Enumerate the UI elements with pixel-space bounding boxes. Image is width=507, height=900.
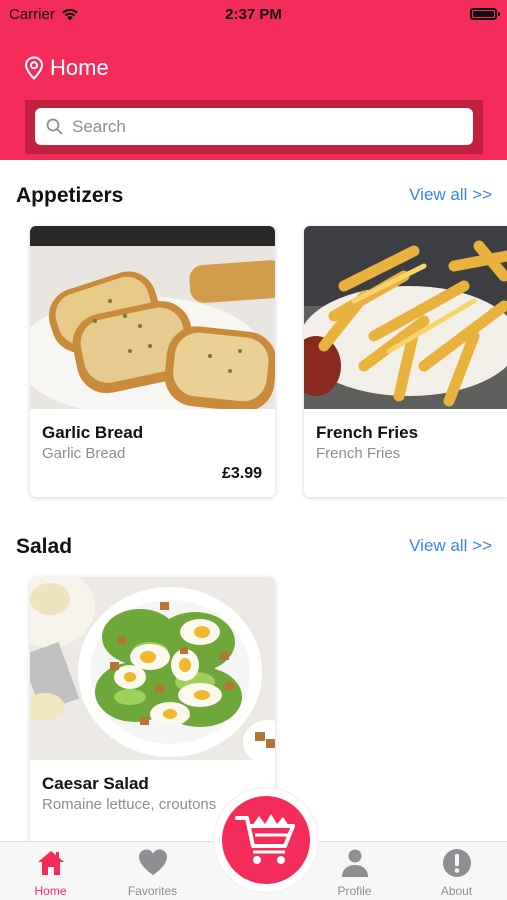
tab-home[interactable]: Home — [0, 842, 101, 900]
product-name: French Fries — [316, 423, 419, 442]
tab-label: Home — [34, 884, 67, 898]
view-all-appetizers-link[interactable]: View all >> — [409, 185, 492, 205]
cart-button[interactable] — [214, 788, 318, 892]
location-selector[interactable]: Home — [24, 55, 109, 81]
section-title-appetizers: Appetizers — [16, 184, 124, 207]
status-bar: Carrier 2:37 PM — [0, 0, 507, 28]
product-name: Garlic Bread — [42, 423, 144, 442]
caesar-salad-image — [30, 577, 275, 760]
tab-about[interactable]: About — [406, 842, 507, 900]
product-description: Garlic Bread — [42, 445, 126, 462]
product-description: Romaine lettuce, croutons — [42, 796, 217, 813]
product-price: £3.99 — [221, 465, 262, 482]
tab-label: Profile — [337, 884, 372, 898]
tab-profile[interactable]: Profile — [304, 842, 405, 900]
info-icon — [442, 849, 471, 877]
view-all-salad-link[interactable]: View all >> — [409, 536, 492, 556]
product-description: French Fries — [316, 445, 401, 462]
garlic-bread-image — [30, 226, 275, 409]
search-box[interactable] — [35, 108, 473, 145]
battery-icon — [470, 8, 500, 20]
home-icon — [37, 851, 64, 875]
search-bar-container — [25, 100, 483, 154]
location-title: Home — [50, 55, 109, 80]
location-pin-icon — [24, 56, 44, 80]
tab-favorites[interactable]: Favorites — [102, 842, 203, 900]
section-title-salad: Salad — [16, 535, 73, 558]
tab-label: Favorites — [127, 884, 178, 898]
status-time: 2:37 PM — [225, 6, 282, 23]
tab-label: About — [440, 884, 473, 898]
search-input[interactable] — [72, 116, 442, 137]
cart-icon — [235, 814, 295, 864]
french-fries-image — [304, 226, 507, 409]
product-name: Caesar Salad — [42, 774, 149, 793]
app-header: Carrier 2:37 PM Home — [0, 0, 507, 160]
search-icon — [46, 118, 63, 135]
product-card-french-fries[interactable]: French Fries French Fries — [304, 226, 507, 497]
product-card-garlic-bread[interactable]: Garlic Bread Garlic Bread £3.99 — [30, 226, 275, 497]
heart-icon — [138, 849, 167, 875]
person-icon — [341, 849, 368, 877]
